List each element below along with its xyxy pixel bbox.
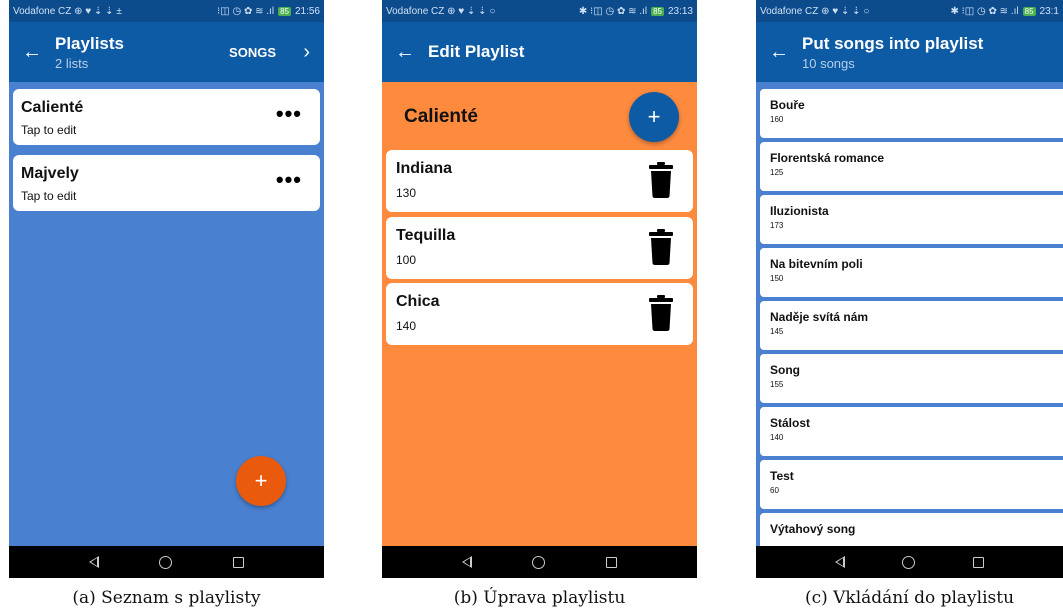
- nav-recents-icon[interactable]: [973, 556, 985, 568]
- song-name: Chica: [396, 293, 440, 310]
- song-name: Test: [770, 469, 794, 483]
- chevron-right-icon[interactable]: ›: [303, 41, 310, 64]
- nav-back-icon[interactable]: [834, 556, 845, 568]
- arrow-left-icon[interactable]: ←: [382, 41, 428, 64]
- list-item[interactable]: Florentská romance 125: [760, 142, 1063, 191]
- status-icons: ✱ ⁝◫ ◷ ✿ ≋ .ıl: [578, 5, 648, 17]
- song-name: Stálost: [770, 416, 811, 430]
- song-name: Iluzionista: [770, 204, 829, 218]
- song-name: Naděje svítá nám: [770, 310, 869, 324]
- arrow-left-icon[interactable]: ←: [9, 41, 55, 64]
- screen-playlists: Vodafone CZ ⊕ ♥ ⇣ ⇣ ± ⁝◫ ◷ ✿ ≋ .ıl 85 21…: [9, 0, 324, 578]
- page-title: Playlists: [55, 33, 124, 53]
- system-nav-bar: [756, 546, 1063, 578]
- playlist-name: Calienté: [21, 99, 84, 116]
- app-bar: ← Put songs into playlist 10 songs: [756, 22, 1063, 82]
- status-left: Vodafone CZ ⊕ ♥ ⇣ ⇣ ○: [760, 5, 870, 17]
- battery-icon: 85: [1022, 6, 1036, 16]
- add-playlist-button[interactable]: +: [236, 456, 286, 506]
- playlist-name: Majvely: [21, 165, 79, 182]
- list-item[interactable]: Bouře 160: [760, 89, 1063, 138]
- playlist-hint: Tap to edit: [21, 189, 77, 203]
- status-bar: Vodafone CZ ⊕ ♥ ⇣ ⇣ ± ⁝◫ ◷ ✿ ≋ .ıl 85 21…: [9, 0, 324, 22]
- song-list: Bouře 160 Florentská romance 125 Iluzion…: [756, 82, 1063, 546]
- caption-b: (b) Úprava playlistu: [453, 588, 626, 608]
- nav-back-icon[interactable]: [89, 556, 100, 568]
- song-name: Bouře: [770, 98, 805, 112]
- song-name: Florentská romance: [770, 151, 885, 165]
- nav-home-icon[interactable]: [902, 555, 916, 569]
- song-bpm: 140: [396, 319, 417, 333]
- more-horizontal-icon[interactable]: •••: [276, 103, 302, 125]
- playlist-name[interactable]: Calienté: [404, 106, 478, 128]
- list-item[interactable]: Test 60: [760, 460, 1063, 509]
- status-bar: Vodafone CZ ⊕ ♥ ⇣ ⇣ ○ ✱ ⁝◫ ◷ ✿ ≋ .ıl 85 …: [382, 0, 697, 22]
- nav-home-icon[interactable]: [532, 555, 546, 569]
- song-bpm: 155: [770, 380, 784, 389]
- status-time: 23:13: [667, 5, 693, 17]
- app-bar: ← Playlists 2 lists SONGS ›: [9, 22, 324, 82]
- battery-icon: 85: [278, 6, 291, 16]
- song-bpm: 125: [770, 168, 784, 177]
- nav-home-icon[interactable]: [159, 555, 173, 569]
- system-nav-bar: [9, 546, 324, 578]
- arrow-left-icon[interactable]: ←: [756, 41, 802, 64]
- list-item[interactable]: Na bitevním poli 150: [760, 248, 1063, 297]
- screen-put-songs: Vodafone CZ ⊕ ♥ ⇣ ⇣ ○ ✱ ⁝◫ ◷ ✿ ≋ .ıl 85 …: [756, 0, 1063, 578]
- playlist-hint: Tap to edit: [21, 123, 77, 137]
- battery-icon: 85: [651, 6, 664, 16]
- caption-a: (a) Seznam s playlisty: [72, 588, 261, 608]
- list-item[interactable]: Stálost 140: [760, 407, 1063, 456]
- list-item[interactable]: Výtahový song: [760, 513, 1063, 546]
- list-item[interactable]: Iluzionista 173: [760, 195, 1063, 244]
- trash-icon[interactable]: [649, 229, 673, 265]
- list-item[interactable]: Naděje svítá nám 145: [760, 301, 1063, 350]
- song-card: Indiana 130: [386, 150, 693, 212]
- app-bar: ← Edit Playlist: [382, 22, 697, 82]
- song-name: Indiana: [396, 160, 453, 177]
- songs-button[interactable]: SONGS: [229, 45, 276, 60]
- song-bpm: 60: [770, 486, 779, 495]
- page-title: Put songs into playlist: [802, 33, 984, 53]
- screen-edit-playlist: Vodafone CZ ⊕ ♥ ⇣ ⇣ ○ ✱ ⁝◫ ◷ ✿ ≋ .ıl 85 …: [382, 0, 697, 578]
- playlist-card[interactable]: Calienté Tap to edit •••: [13, 89, 320, 145]
- song-bpm: 145: [770, 327, 784, 336]
- status-icons: ⁝◫ ◷ ✿ ≋ .ıl: [217, 5, 275, 17]
- song-bpm: 100: [396, 253, 417, 267]
- status-left: Vodafone CZ ⊕ ♥ ⇣ ⇣ ±: [13, 5, 122, 17]
- song-bpm: 130: [396, 186, 417, 200]
- status-bar: Vodafone CZ ⊕ ♥ ⇣ ⇣ ○ ✱ ⁝◫ ◷ ✿ ≋ .ıl 85 …: [756, 0, 1063, 22]
- status-icons: ✱ ⁝◫ ◷ ✿ ≋ .ıl: [950, 5, 1019, 17]
- figure: Vodafone CZ ⊕ ♥ ⇣ ⇣ ± ⁝◫ ◷ ✿ ≋ .ıl 85 21…: [0, 0, 1063, 612]
- page-subtitle: 2 lists: [55, 55, 89, 71]
- system-nav-bar: [382, 546, 697, 578]
- song-bpm: 140: [770, 433, 784, 442]
- status-left: Vodafone CZ ⊕ ♥ ⇣ ⇣ ○: [386, 5, 496, 17]
- trash-icon[interactable]: [649, 295, 673, 331]
- nav-recents-icon[interactable]: [605, 556, 617, 568]
- edit-content: Calienté + Indiana 130 Tequilla 100 Chic…: [382, 82, 697, 546]
- page-subtitle: 10 songs: [802, 55, 855, 71]
- playlist-card[interactable]: Majvely Tap to edit •••: [13, 155, 320, 211]
- song-name: Výtahový song: [770, 522, 856, 536]
- status-time: 23:1: [1039, 5, 1059, 17]
- more-horizontal-icon[interactable]: •••: [276, 169, 302, 191]
- song-name: Song: [770, 363, 800, 377]
- song-card: Chica 140: [386, 283, 693, 345]
- trash-icon[interactable]: [649, 162, 673, 198]
- page-title: Edit Playlist: [428, 42, 525, 61]
- song-name: Na bitevním poli: [770, 257, 863, 271]
- song-bpm: 173: [770, 221, 784, 230]
- add-song-button[interactable]: +: [629, 92, 679, 142]
- song-card: Tequilla 100: [386, 217, 693, 279]
- caption-c: (c) Vkládání do playlistu: [804, 588, 1015, 608]
- song-bpm: 160: [770, 115, 784, 124]
- song-bpm: 150: [770, 274, 784, 283]
- nav-back-icon[interactable]: [462, 556, 473, 568]
- status-time: 21:56: [294, 5, 320, 17]
- nav-recents-icon[interactable]: [232, 556, 244, 568]
- song-name: Tequilla: [396, 227, 456, 244]
- list-item[interactable]: Song 155: [760, 354, 1063, 403]
